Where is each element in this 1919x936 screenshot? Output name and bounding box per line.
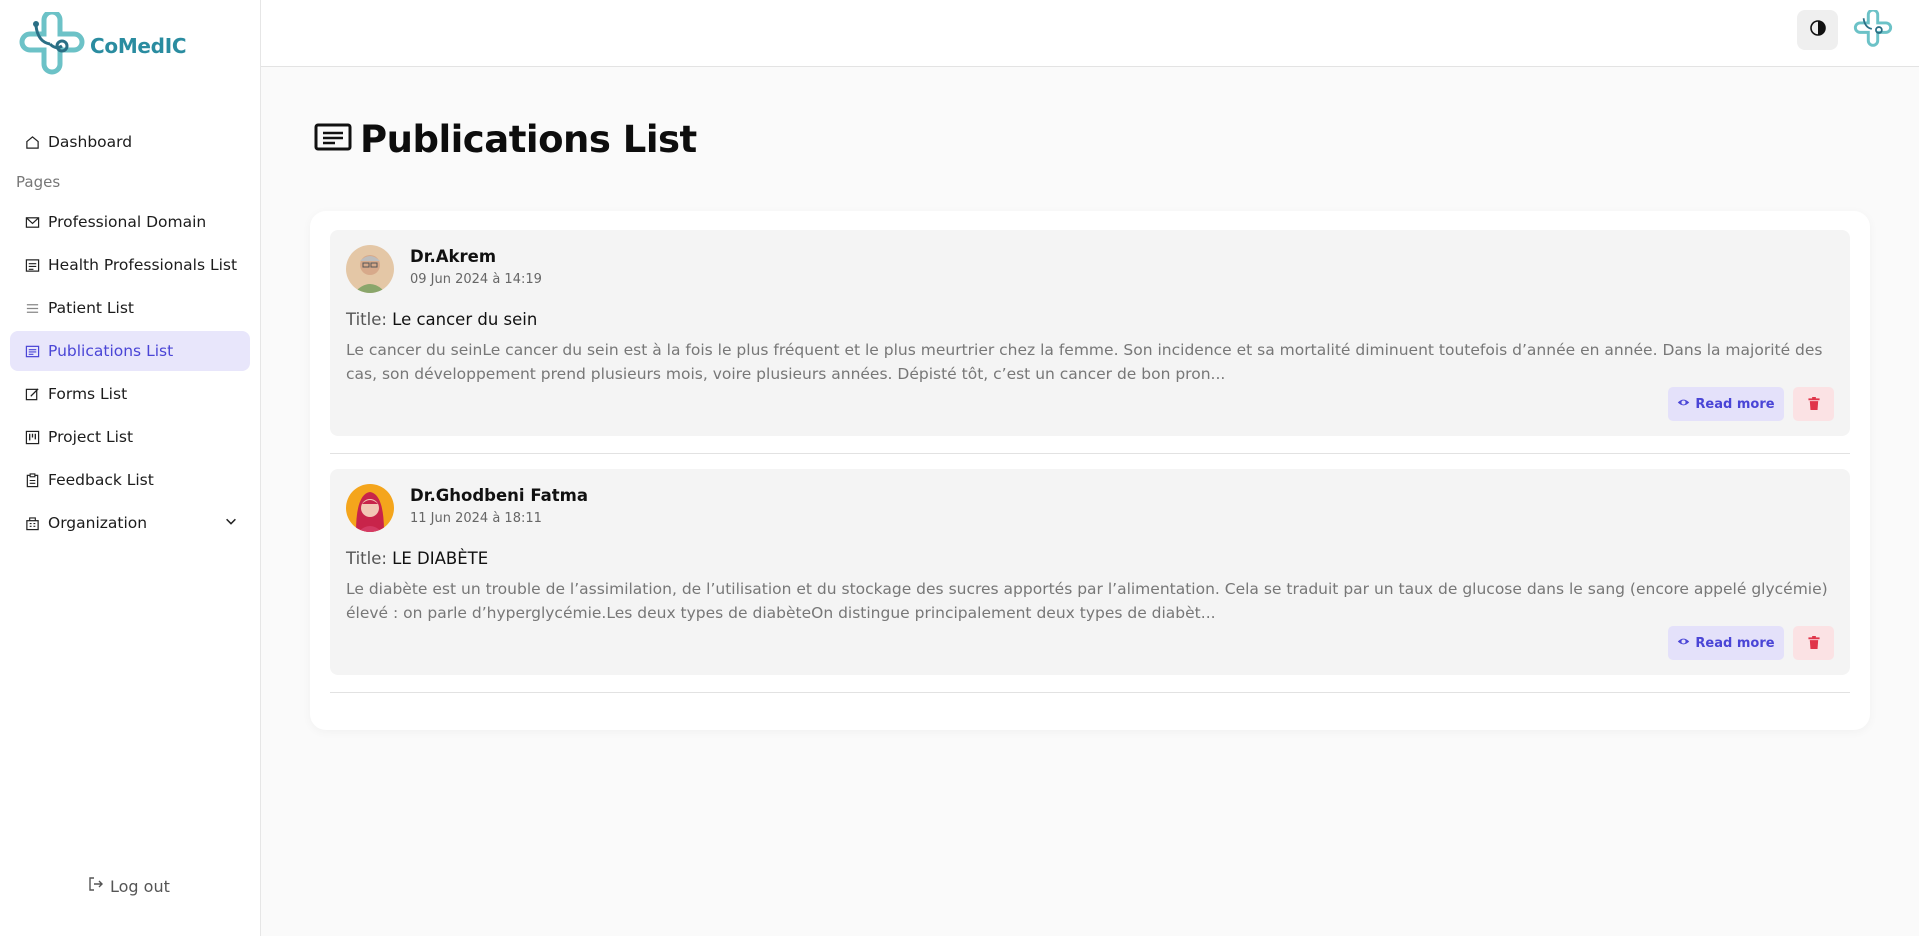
divider xyxy=(330,453,1850,454)
eye-icon xyxy=(1677,635,1690,652)
page-title-text: Publications List xyxy=(360,118,697,161)
post-title-row: Title: Le cancer du sein xyxy=(346,310,537,329)
logout-button[interactable]: Log out xyxy=(88,876,170,896)
sidebar-item-label: Project List xyxy=(48,428,134,446)
read-more-label: Read more xyxy=(1695,635,1775,651)
clipboard-icon xyxy=(24,472,40,488)
top-bar xyxy=(261,0,1919,67)
brand-logo[interactable]: CoMedIC xyxy=(18,12,187,80)
chevron-down-icon[interactable] xyxy=(224,514,238,532)
sidebar-item-feedback[interactable]: Feedback List xyxy=(10,460,250,500)
sidebar: CoMedIC Dashboard Pages Professional Dom… xyxy=(0,0,261,936)
author-name[interactable]: Dr.Akrem xyxy=(410,247,496,266)
post-title: LE DIABÈTE xyxy=(392,549,489,568)
sidebar-item-organization[interactable]: Organization xyxy=(10,503,250,543)
sidebar-item-dashboard[interactable]: Dashboard xyxy=(10,122,250,162)
read-more-label: Read more xyxy=(1695,396,1775,412)
read-more-button[interactable]: Read more xyxy=(1668,387,1784,421)
sidebar-item-label: Health Professionals List xyxy=(48,256,238,274)
user-avatar[interactable] xyxy=(1853,10,1893,50)
publication-item: Dr.Ghodbeni Fatma 11 Jun 2024 à 18:11 Ti… xyxy=(330,469,1850,675)
sidebar-item-label: Professional Domain xyxy=(48,213,207,231)
read-more-button[interactable]: Read more xyxy=(1668,626,1784,660)
author-avatar xyxy=(346,484,394,532)
sidebar-item-publications[interactable]: Publications List xyxy=(10,331,250,371)
page-title: Publications List xyxy=(314,118,697,161)
author-avatar xyxy=(346,245,394,293)
sidebar-item-label: Forms List xyxy=(48,385,128,403)
logout-label: Log out xyxy=(110,876,170,896)
publications-card: Dr.Akrem 09 Jun 2024 à 14:19 Title: Le c… xyxy=(310,211,1870,730)
home-icon xyxy=(24,134,40,150)
sidebar-item-label: Feedback List xyxy=(48,471,154,489)
sidebar-item-patient-list[interactable]: Patient List xyxy=(10,288,250,328)
post-title-label: Title: xyxy=(346,549,387,568)
brand-name: CoMedIC xyxy=(90,34,187,58)
eye-icon xyxy=(1677,396,1690,413)
post-title-row: Title: LE DIABÈTE xyxy=(346,549,488,568)
comedic-logo-icon xyxy=(19,12,85,75)
board-icon xyxy=(24,429,40,445)
post-excerpt: Le diabète est un trouble de l’assimilat… xyxy=(346,580,1828,622)
sidebar-item-forms[interactable]: Forms List xyxy=(10,374,250,414)
post-date: 09 Jun 2024 à 14:19 xyxy=(410,272,542,287)
sidebar-item-label: Organization xyxy=(48,514,148,532)
sidebar-item-label: Publications List xyxy=(48,342,174,360)
delete-button[interactable] xyxy=(1793,387,1834,421)
trash-icon xyxy=(1807,634,1820,653)
post-title-label: Title: xyxy=(346,310,387,329)
list-box-icon xyxy=(24,257,40,273)
comedic-logo-icon xyxy=(1853,10,1893,47)
logout-icon xyxy=(88,876,104,896)
sidebar-item-professional-domain[interactable]: Professional Domain xyxy=(10,202,250,242)
publication-item: Dr.Akrem 09 Jun 2024 à 14:19 Title: Le c… xyxy=(330,230,1850,436)
sidebar-item-label: Patient List xyxy=(48,299,134,317)
sidebar-item-label: Dashboard xyxy=(48,133,133,151)
edit-icon xyxy=(24,386,40,402)
lines-icon xyxy=(24,300,40,316)
author-name[interactable]: Dr.Ghodbeni Fatma xyxy=(410,486,588,505)
sidebar-nav: Dashboard Pages Professional Domain Heal… xyxy=(10,122,250,546)
post-excerpt: Le cancer du seinLe cancer du sein est à… xyxy=(346,341,1823,383)
sidebar-section-label: Pages xyxy=(16,173,61,191)
mail-icon xyxy=(24,214,40,230)
divider xyxy=(330,692,1850,693)
sidebar-item-health-professionals[interactable]: Health Professionals List xyxy=(10,245,250,285)
trash-icon xyxy=(1807,395,1820,414)
delete-button[interactable] xyxy=(1793,626,1834,660)
sidebar-item-projects[interactable]: Project List xyxy=(10,417,250,457)
building-icon xyxy=(24,515,40,531)
document-icon xyxy=(24,343,40,359)
post-title: Le cancer du sein xyxy=(392,310,538,329)
post-date: 11 Jun 2024 à 18:11 xyxy=(410,511,542,526)
theme-toggle-button[interactable] xyxy=(1797,10,1838,50)
contrast-icon xyxy=(1809,19,1827,41)
document-icon xyxy=(314,118,352,161)
